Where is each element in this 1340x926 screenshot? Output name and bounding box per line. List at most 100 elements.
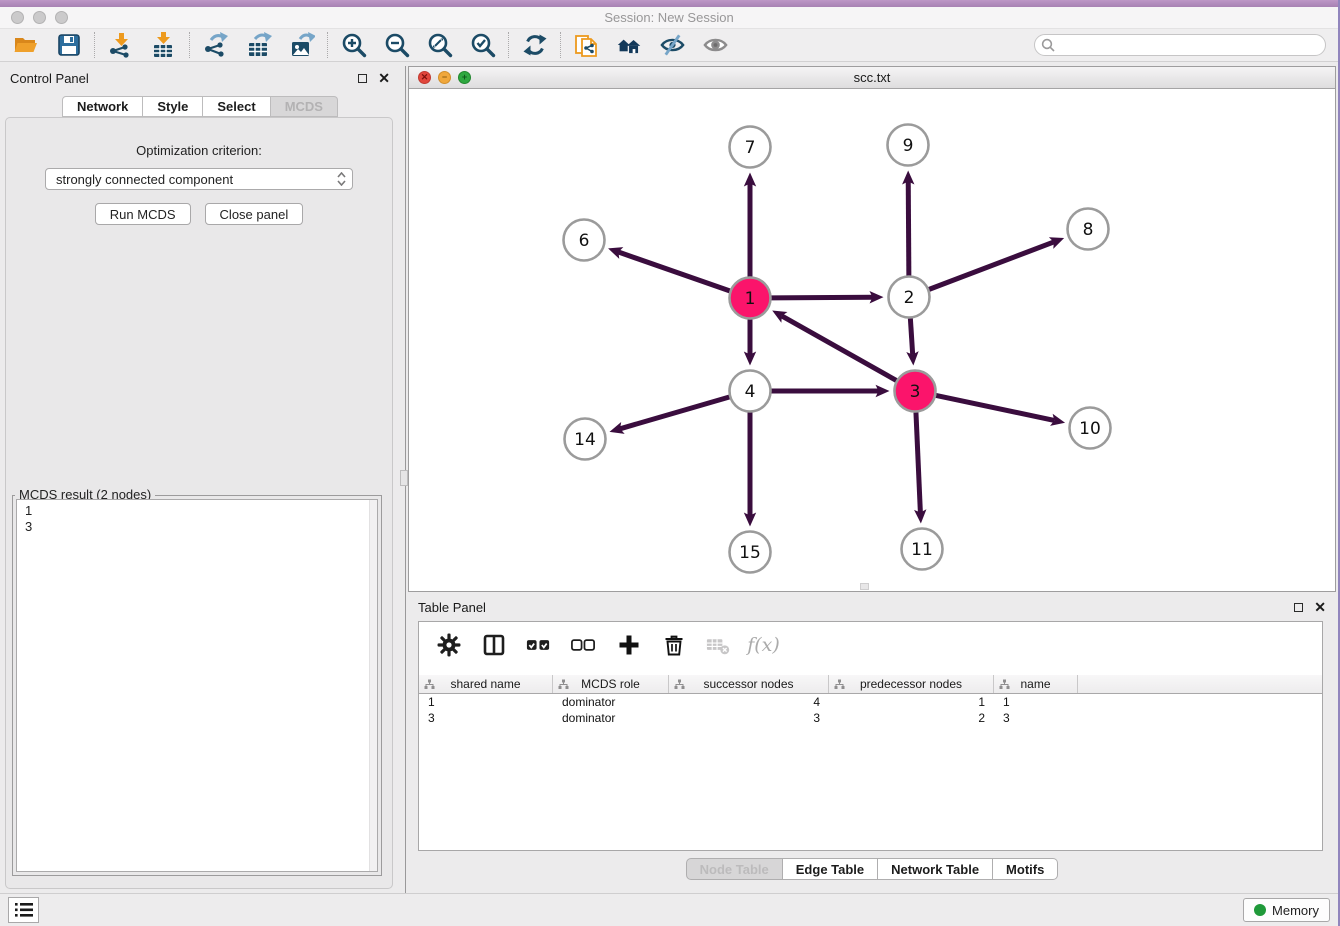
delete-table-button[interactable] [705, 632, 732, 658]
refresh-button[interactable] [521, 32, 548, 59]
edge-3-10[interactable] [936, 395, 1054, 420]
network-minimize-button[interactable]: − [438, 71, 451, 84]
zoom-in-button[interactable] [340, 32, 367, 59]
edge-2-8[interactable] [929, 242, 1054, 289]
plus-icon [616, 632, 642, 658]
tab-select[interactable]: Select [203, 96, 270, 117]
application-window: Session: New Session [0, 0, 1340, 926]
hide-details-button[interactable] [659, 32, 686, 59]
table-row[interactable]: 3dominator323 [419, 710, 1322, 726]
zoom-selected-icon [470, 32, 496, 58]
table-cell[interactable]: 3 [994, 711, 1078, 725]
mcds-result-groupbox: MCDS result (2 nodes) 1 3 [12, 495, 382, 876]
deselect-all-button[interactable] [570, 632, 597, 658]
float-panel-icon[interactable] [358, 74, 367, 83]
column-header-shared-name[interactable]: shared name [419, 675, 553, 693]
tab-style[interactable]: Style [143, 96, 203, 117]
network-from-file-button[interactable] [573, 32, 600, 59]
zoom-selected-button[interactable] [469, 32, 496, 59]
tab-edge-table[interactable]: Edge Table [783, 858, 878, 880]
zoom-fit-icon [427, 32, 453, 58]
table-cell[interactable]: 4 [669, 695, 829, 709]
result-scrollbar[interactable] [369, 500, 377, 871]
edge-4-14[interactable] [620, 397, 729, 429]
canvas-scroll-thumb[interactable] [860, 583, 869, 590]
network-close-button[interactable]: ✕ [418, 71, 431, 84]
table-cell[interactable]: 3 [419, 711, 553, 725]
network-graph[interactable]: 7968124314101511 [409, 89, 1335, 591]
table-cell[interactable]: dominator [553, 711, 669, 725]
search-container [1034, 34, 1326, 56]
panel-divider[interactable] [400, 66, 408, 893]
open-session-button[interactable] [12, 32, 39, 59]
export-image-icon [289, 32, 315, 58]
eye-icon [702, 32, 729, 58]
split-view-button[interactable] [480, 632, 507, 658]
add-column-button[interactable] [615, 632, 642, 658]
edge-3-1[interactable] [782, 316, 896, 381]
edge-2-3[interactable] [910, 318, 912, 354]
tab-network[interactable]: Network [62, 96, 143, 117]
close-panel-button[interactable]: Close panel [205, 203, 304, 225]
control-panel-tabs: NetworkStyleSelectMCDS [0, 96, 400, 117]
import-network-button[interactable] [107, 32, 134, 59]
table-cell[interactable]: 1 [419, 695, 553, 709]
table-tabs: Node TableEdge TableNetwork TableMotifs [408, 858, 1336, 880]
delete-column-button[interactable] [660, 632, 687, 658]
network-maximize-button[interactable]: + [458, 71, 471, 84]
table-row[interactable]: 1dominator411 [419, 694, 1322, 710]
column-header-successor-nodes[interactable]: successor nodes [669, 675, 829, 693]
table-cell[interactable]: 1 [829, 695, 994, 709]
split-panes-icon [481, 632, 507, 658]
divider-grip[interactable] [400, 470, 408, 486]
zoom-out-button[interactable] [383, 32, 410, 59]
tab-network-table[interactable]: Network Table [878, 858, 993, 880]
tab-motifs[interactable]: Motifs [993, 858, 1058, 880]
export-network-button[interactable] [202, 32, 229, 59]
node-table: shared nameMCDS rolesuccessor nodesprede… [419, 675, 1322, 726]
column-header-MCDS-role[interactable]: MCDS role [553, 675, 669, 693]
memory-button[interactable]: Memory [1243, 898, 1330, 922]
tab-node-table[interactable]: Node Table [686, 858, 783, 880]
tab-mcds[interactable]: MCDS [271, 96, 338, 117]
window-top-strip [0, 0, 1338, 7]
table-cell[interactable]: 3 [669, 711, 829, 725]
zoom-fit-button[interactable] [426, 32, 453, 59]
home-button[interactable] [616, 32, 643, 59]
edge-2-9[interactable] [908, 181, 909, 275]
table-cell[interactable]: 2 [829, 711, 994, 725]
run-mcds-button[interactable]: Run MCDS [95, 203, 191, 225]
node-label-8: 8 [1083, 220, 1094, 240]
table-container: f(x) shared nameMCDS rolesuccessor nodes… [418, 621, 1323, 851]
export-image-button[interactable] [288, 32, 315, 59]
close-table-panel-icon[interactable]: ✕ [1314, 600, 1326, 614]
column-header-predecessor-nodes[interactable]: predecessor nodes [829, 675, 994, 693]
select-all-button[interactable] [525, 632, 552, 658]
network-window-titlebar[interactable]: ✕ − + scc.txt [409, 67, 1335, 89]
mcds-result-area[interactable]: 1 3 [16, 499, 378, 872]
network-canvas[interactable]: 7968124314101511 [409, 89, 1335, 591]
edge-3-11[interactable] [916, 412, 920, 512]
edge-1-6[interactable] [618, 252, 729, 291]
refresh-icon [522, 32, 548, 58]
column-header-name[interactable]: name [994, 675, 1078, 693]
function-builder-button[interactable]: f(x) [750, 632, 777, 658]
import-table-button[interactable] [150, 32, 177, 59]
eye-slash-icon [659, 32, 686, 58]
titlebar: Session: New Session [0, 7, 1338, 28]
close-panel-icon[interactable]: ✕ [378, 71, 390, 85]
session-title: Session: New Session [0, 10, 1338, 25]
save-session-button[interactable] [55, 32, 82, 59]
export-table-button[interactable] [245, 32, 272, 59]
optimization-select[interactable]: strongly connected component [45, 168, 353, 190]
table-settings-button[interactable] [435, 632, 462, 658]
table-cell[interactable]: dominator [553, 695, 669, 709]
float-table-panel-icon[interactable] [1294, 603, 1303, 612]
table-cell[interactable]: 1 [994, 695, 1078, 709]
edge-1-2[interactable] [771, 297, 872, 298]
task-history-button[interactable] [8, 897, 39, 923]
trash-icon [661, 632, 687, 658]
search-input[interactable] [1034, 34, 1326, 56]
mcds-result-lines: 1 3 [17, 500, 377, 538]
show-details-button[interactable] [702, 32, 729, 59]
